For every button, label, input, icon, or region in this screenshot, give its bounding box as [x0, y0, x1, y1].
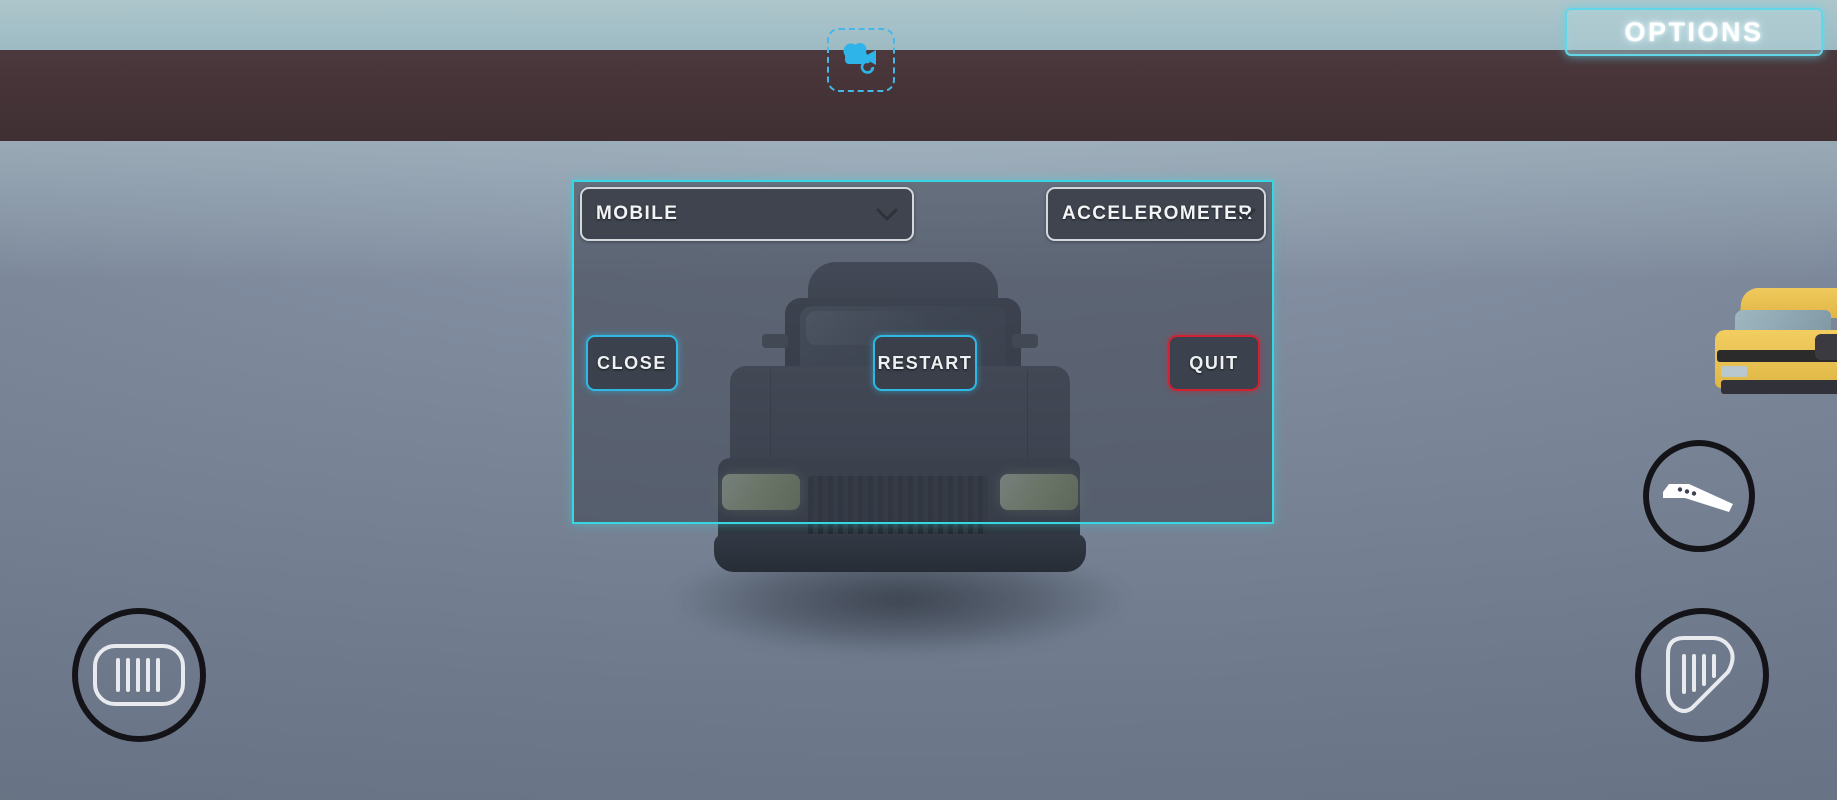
brake-pedal-button[interactable] [72, 608, 206, 742]
game-screen: OPTIONS MOBILE ACCELEROMETER CLOSE RESTA… [0, 0, 1837, 800]
control-scheme-value: ACCELEROMETER [1062, 203, 1254, 224]
video-camera-replay-icon [843, 43, 876, 74]
chevron-down-icon [876, 208, 898, 221]
chevron-down-icon [1234, 208, 1256, 221]
control-scheme-select[interactable]: ACCELEROMETER [1046, 187, 1266, 241]
options-button-label: OPTIONS [1624, 16, 1764, 47]
options-button[interactable]: OPTIONS [1565, 8, 1823, 56]
replay-record-chip[interactable] [827, 28, 895, 92]
yellow-car-lamp [1721, 366, 1747, 377]
sky-backdrop [0, 0, 1837, 52]
yellow-car-bumper [1721, 380, 1837, 394]
accelerator-pedal-icon [1666, 636, 1735, 713]
accelerator-pedal-button[interactable] [1635, 608, 1769, 742]
pause-menu-actions: CLOSE RESTART QUIT [574, 335, 1272, 393]
pause-menu-panel: MOBILE ACCELEROMETER CLOSE RESTART QUIT [572, 180, 1274, 524]
close-button[interactable]: CLOSE [586, 335, 678, 391]
handbrake-button[interactable] [1643, 440, 1755, 552]
wall-backdrop [0, 50, 1837, 142]
platform-select-value: MOBILE [596, 203, 679, 224]
quit-button[interactable]: QUIT [1168, 335, 1260, 391]
handbrake-lever-icon [1663, 484, 1733, 512]
close-button-label: CLOSE [596, 352, 667, 373]
restart-button[interactable]: RESTART [873, 335, 977, 391]
yellow-car [1705, 288, 1837, 408]
restart-button-label: RESTART [877, 352, 973, 373]
quit-button-label: QUIT [1189, 352, 1239, 373]
platform-select[interactable]: MOBILE [580, 187, 914, 241]
yellow-car-vent [1815, 334, 1837, 360]
car-bumper [714, 534, 1086, 572]
brake-pedal-icon [93, 644, 185, 706]
